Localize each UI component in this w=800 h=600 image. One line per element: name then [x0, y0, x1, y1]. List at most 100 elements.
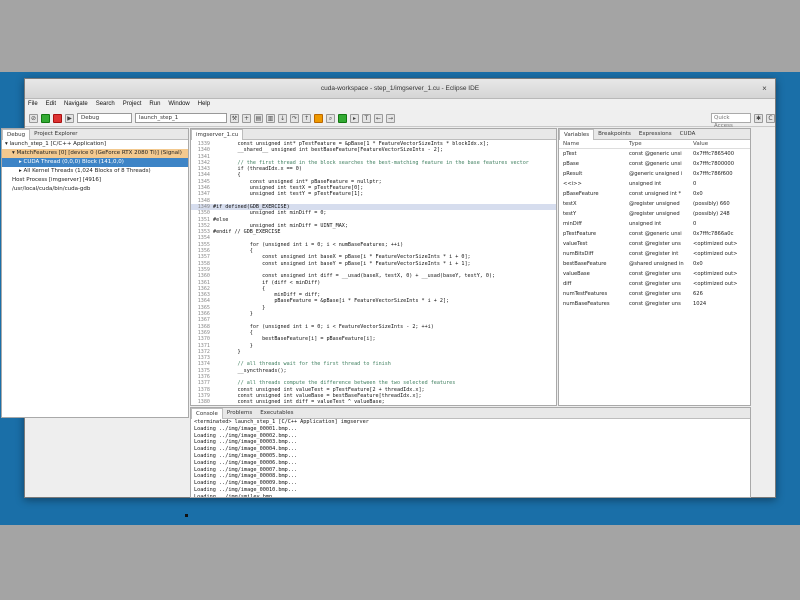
variable-row[interactable]: numBaseFeatures const @register uns 1024 — [559, 299, 750, 309]
launch-mode-combo[interactable]: Debug — [77, 113, 132, 123]
tab-executables[interactable]: Executables — [256, 408, 297, 418]
code-text: #if defined(GDB_EXERCISE) — [213, 203, 290, 210]
skip-breakpoints-icon[interactable]: ⊘ — [29, 113, 38, 123]
launch-config-combo[interactable]: launch_step_1 — [135, 113, 227, 123]
variable-row[interactable]: <<i>> unsigned int 0 — [559, 179, 750, 189]
editor-tabs: imgserver_1.cu — [191, 129, 556, 140]
menu-item-edit[interactable]: Edit — [46, 99, 56, 110]
variable-value: <optimized out> — [693, 241, 738, 247]
close-icon[interactable]: × — [760, 85, 769, 94]
tab-breakpoints[interactable]: Breakpoints — [594, 129, 635, 139]
debug-tree: ▾ launch_step_1 [C/C++ Application] ▾ Mat… — [2, 140, 188, 194]
run-icon[interactable] — [338, 113, 347, 123]
code-area[interactable]: 1339 const unsigned int* pTestFeature = … — [191, 140, 556, 406]
variable-row[interactable]: numBitsDiff const @register int <optimized… — [559, 249, 750, 259]
debug-tree-item[interactable]: ▸ All Kernel Threads (1,024 Blocks of 8 … — [2, 167, 188, 176]
variable-row[interactable]: pTest const @generic unsi 0x7fffc7865400 — [559, 149, 750, 159]
variable-row[interactable]: diff const @register uns <optimized out> — [559, 279, 750, 289]
variable-type: @generic unsigned i — [629, 171, 683, 177]
variable-row[interactable]: valueTest const @register uns <optimized o… — [559, 239, 750, 249]
console-line: <terminated> launch_step_1 [C/C++ Applic… — [194, 419, 369, 425]
menu-item-run[interactable]: Run — [149, 99, 160, 110]
debug-tree-item[interactable]: ▾ MatchFeatures [0] [device 0 (GeForce R… — [2, 149, 188, 158]
terminate-icon[interactable] — [53, 113, 62, 123]
tab-debug[interactable]: Debug — [2, 129, 31, 140]
step-into-icon[interactable]: ↓ — [278, 113, 287, 123]
variable-value: <optimized out> — [693, 271, 738, 277]
debug-bug-icon[interactable] — [314, 113, 323, 123]
menu-item-file[interactable]: File — [28, 99, 38, 110]
column-value[interactable]: Value — [693, 140, 749, 148]
variable-type: unsigned int — [629, 181, 662, 187]
menu-item-search[interactable]: Search — [96, 99, 115, 110]
debug-tree-item[interactable]: ▾ launch_step_1 [C/C++ Application] — [2, 140, 188, 149]
debug-tree-item[interactable]: /usr/local/cuda/bin/cuda-gdb — [2, 185, 188, 194]
variable-type: const @register uns — [629, 271, 681, 277]
code-text: const unsigned int baseY = pBase[i * Fea… — [213, 260, 471, 267]
quick-access-field[interactable]: Quick Access — [711, 113, 751, 129]
mouse-cursor — [185, 514, 188, 517]
perspective-debug-icon[interactable]: ✱ — [754, 113, 763, 123]
variable-value: 626 — [693, 291, 703, 297]
menu-item-help[interactable]: Help — [198, 99, 210, 110]
tab-project-explorer[interactable]: Project Explorer — [30, 129, 81, 139]
variable-row[interactable]: pBase const @generic unsi 0x7fffc7800000 — [559, 159, 750, 169]
variable-row[interactable]: bestBaseFeature @shared unsigned in 0x0 — [559, 259, 750, 269]
variable-name: testY — [563, 211, 577, 217]
variable-row[interactable]: valueBase const @register uns <optimized o… — [559, 269, 750, 279]
code-text: bestBaseFeature[i] = pBaseFeature[i]; — [213, 336, 376, 343]
code-text: { — [213, 329, 253, 336]
variable-row[interactable]: testY @register unsigned (possibly) 248 — [559, 209, 750, 219]
console-view-tabs: Console Problems Executables — [191, 408, 750, 419]
tab-imgserver-file[interactable]: imgserver_1.cu — [191, 129, 244, 140]
menu-item-project[interactable]: Project — [123, 99, 142, 110]
variable-value: 0x0 — [693, 191, 703, 197]
variable-type: const @register int — [629, 251, 679, 257]
tab-expressions[interactable]: Expressions — [635, 129, 676, 139]
code-text: for (unsigned int i = 0; i < numBaseFeat… — [213, 241, 404, 248]
variable-name: diff — [563, 281, 572, 287]
debug-tree-item[interactable]: Host Process [imgserver] [4916] — [2, 176, 188, 185]
code-line: 1381 const int numBitsDiff = __popc(diff… — [191, 405, 556, 406]
variable-row[interactable]: pResult @generic unsigned i 0x7fffc786f600 — [559, 169, 750, 179]
debug-view: Debug Project Explorer ▾ launch_step_1 [… — [1, 128, 189, 418]
console-line: Loading ../img/image_00008.bmp... — [194, 473, 298, 480]
resume-icon[interactable] — [41, 113, 50, 123]
tab-console[interactable]: Console — [191, 408, 223, 419]
back-icon[interactable]: ← — [374, 113, 383, 123]
variable-name: testX — [563, 201, 577, 207]
search-icon[interactable]: ⌕ — [326, 113, 335, 123]
variable-type: @register unsigned — [629, 211, 680, 217]
variable-row[interactable]: pBaseFeature const unsigned int * 0x0 — [559, 189, 750, 199]
build-icon[interactable]: ⚒ — [230, 113, 239, 123]
menu-item-window[interactable]: Window — [168, 99, 189, 110]
step-over-icon[interactable]: ↷ — [290, 113, 299, 123]
code-text: { — [213, 172, 241, 179]
variable-row[interactable]: testX @register unsigned (possibly) 660 — [559, 199, 750, 209]
step-return-icon[interactable]: ↑ — [302, 113, 311, 123]
variable-name: <<i>> — [563, 181, 582, 187]
variable-row[interactable]: pTestFeature const @generic unsi 0x7fffc78… — [559, 229, 750, 239]
tab-problems[interactable]: Problems — [223, 408, 256, 418]
debug-tree-item[interactable]: ▸ CUDA Thread (0,0,0) Block (141,0,0) — [2, 158, 188, 167]
column-name[interactable]: Name — [559, 140, 629, 148]
perspective-cpp-icon[interactable]: C — [766, 113, 775, 123]
variable-row[interactable]: numTestFeatures const @register uns 626 — [559, 289, 750, 299]
new-icon[interactable]: + — [242, 113, 251, 123]
code-text: const unsigned int diff = __usad(baseX, … — [213, 273, 496, 280]
forward-icon[interactable]: → — [386, 113, 395, 123]
variable-name: numTestFeatures — [563, 291, 608, 297]
open-type-icon[interactable]: T — [362, 113, 371, 123]
debug-run-icon[interactable]: ▶ — [65, 113, 74, 123]
tab-cuda[interactable]: CUDA — [676, 129, 700, 139]
print-icon[interactable]: ▥ — [266, 113, 275, 123]
external-tools-icon[interactable]: ▸ — [350, 113, 359, 123]
code-text: const unsigned int valueBase = bestBaseF… — [213, 392, 422, 399]
menu-item-navigate[interactable]: Navigate — [64, 99, 88, 110]
tab-variables[interactable]: Variables — [559, 129, 595, 140]
variable-name: pBaseFeature — [563, 191, 599, 197]
variable-row[interactable]: minDiff unsigned int 0 — [559, 219, 750, 229]
variable-type: const @register uns — [629, 241, 681, 247]
save-icon[interactable]: ▤ — [254, 113, 263, 123]
column-type[interactable]: Type — [629, 140, 693, 148]
